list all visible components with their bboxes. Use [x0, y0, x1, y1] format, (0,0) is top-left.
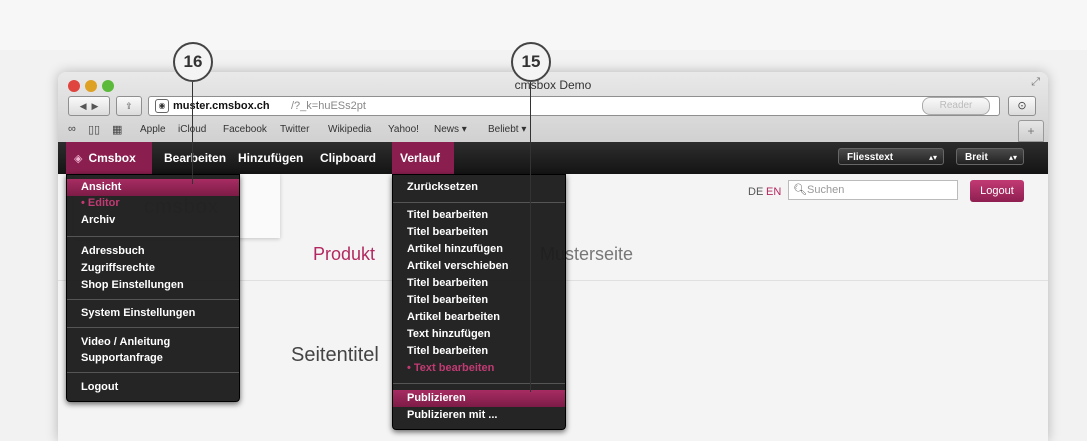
menu-item-supportanfrage[interactable]: Supportanfrage [67, 350, 239, 367]
menu-item-archiv[interactable]: Archiv [67, 212, 239, 229]
address-bar[interactable]: ◉ muster.cmsbox.ch /?_k=huESs2pt ↻ [148, 96, 1000, 116]
menu-item-publizieren-mit[interactable]: Publizieren mit ... [393, 407, 565, 424]
width-select-value: Breit [965, 152, 988, 163]
page-title: Seitentitel [291, 344, 379, 366]
back-forward-buttons[interactable]: ◀ ▶ [68, 96, 110, 116]
menu-item-adressbuch[interactable]: Adressbuch [67, 243, 239, 260]
menu-item-zuruecksetzen[interactable]: Zurücksetzen [393, 179, 565, 196]
url-path: /?_k=huESs2pt [291, 100, 366, 112]
menu-item-ansicht[interactable]: Ansicht [67, 179, 239, 196]
cms-toolbar: ◈ Cmsbox Bearbeiten Hinzufügen Clipboard … [58, 142, 1048, 175]
menu-item-shop-einstellungen[interactable]: Shop Einstellungen [67, 277, 239, 294]
bookmarks-book-icon[interactable]: ▯▯ [88, 123, 100, 136]
format-select-value: Fliesstext [847, 152, 894, 163]
reader-button[interactable]: Reader [922, 97, 990, 115]
toolbar-clipboard[interactable]: Clipboard [312, 142, 384, 174]
menu-separator [67, 327, 239, 328]
menu-separator [393, 202, 565, 203]
width-select[interactable]: Breit ▴▾ [956, 148, 1024, 165]
history-item[interactable]: Artikel hinzufügen [393, 241, 565, 258]
menu-separator [393, 383, 565, 384]
select-arrows-icon: ▴▾ [1008, 153, 1017, 162]
menu-item-logout[interactable]: Logout [67, 379, 239, 396]
history-item[interactable]: Titel bearbeiten [393, 292, 565, 309]
menu-item-editor[interactable]: • Editor [67, 195, 239, 212]
history-item[interactable]: Artikel verschieben [393, 258, 565, 275]
menu-item-video-anleitung[interactable]: Video / Anleitung [67, 334, 239, 351]
history-item[interactable]: Titel bearbeiten [393, 343, 565, 360]
nav-item-produkt[interactable]: Produkt [313, 244, 375, 265]
bookmark-facebook[interactable]: Facebook [223, 124, 267, 135]
history-item-current[interactable]: • Text bearbeiten [393, 360, 565, 377]
history-item[interactable]: Artikel bearbeiten [393, 309, 565, 326]
menu-item-zugriffsrechte[interactable]: Zugriffsrechte [67, 260, 239, 277]
new-tab-button[interactable]: + [1018, 120, 1044, 142]
menu-item-publizieren[interactable]: Publizieren [393, 390, 565, 407]
select-arrows-icon: ▴▾ [928, 153, 937, 162]
callout-15: 15 [511, 42, 551, 82]
history-item[interactable]: Titel bearbeiten [393, 275, 565, 292]
top-sites-grid-icon[interactable]: ▦ [112, 123, 122, 136]
url-host: muster.cmsbox.ch [173, 100, 270, 112]
callout-leader-line [530, 82, 531, 392]
search-placeholder: Suchen [807, 184, 845, 196]
bookmark-apple[interactable]: Apple [140, 124, 166, 135]
toolbar-cmsbox-menu[interactable]: ◈ Cmsbox [66, 142, 152, 174]
callout-leader-line [192, 82, 193, 184]
menu-separator [67, 236, 239, 237]
search-icon: 🔍︎ [793, 184, 807, 196]
callout-16: 16 [173, 42, 213, 82]
menu-separator [67, 372, 239, 373]
bookmark-yahoo[interactable]: Yahoo! [388, 124, 419, 135]
reading-list-icon[interactable]: ∞ [68, 123, 76, 135]
site-favicon-icon: ◉ [155, 99, 169, 113]
page-background [0, 0, 1087, 50]
toolbar-cmsbox-label: Cmsbox [88, 151, 136, 165]
toolbar-bearbeiten[interactable]: Bearbeiten [156, 142, 234, 174]
menu-item-system-einstellungen[interactable]: System Einstellungen [67, 305, 239, 322]
toolbar-verlauf[interactable]: Verlauf [392, 142, 454, 174]
bookmark-news[interactable]: News ▾ [434, 124, 467, 135]
share-icon[interactable]: ⇪ [116, 96, 142, 116]
fullscreen-icon[interactable]: ⤢ [1031, 76, 1040, 89]
history-item[interactable]: Titel bearbeiten [393, 224, 565, 241]
bookmarks-bar: ∞ ▯▯ ▦ Apple iCloud Facebook Twitter Wik… [58, 120, 1048, 140]
history-item[interactable]: Titel bearbeiten [393, 207, 565, 224]
history-item[interactable]: Text hinzufügen [393, 326, 565, 343]
window-title: cmsbox Demo [514, 78, 592, 92]
language-en[interactable]: EN [766, 186, 781, 198]
menu-separator [67, 299, 239, 300]
bookmark-beliebt[interactable]: Beliebt ▾ [488, 124, 526, 135]
cmsbox-dropdown-menu: Ansicht • Editor Archiv Adressbuch Zugri… [66, 174, 240, 402]
bookmark-twitter[interactable]: Twitter [280, 124, 309, 135]
cmsbox-shield-icon: ◈ [74, 153, 83, 165]
language-de[interactable]: DE [748, 186, 763, 198]
downloads-icon[interactable]: ⊙ [1008, 96, 1036, 116]
bookmark-wikipedia[interactable]: Wikipedia [328, 124, 371, 135]
format-select[interactable]: Fliesstext ▴▾ [838, 148, 944, 165]
toolbar-hinzufuegen[interactable]: Hinzufügen [230, 142, 311, 174]
logout-button[interactable]: Logout [970, 180, 1024, 202]
verlauf-dropdown-menu: Zurücksetzen Titel bearbeiten Titel bear… [392, 174, 566, 430]
search-input[interactable]: 🔍︎ Suchen [788, 180, 958, 200]
